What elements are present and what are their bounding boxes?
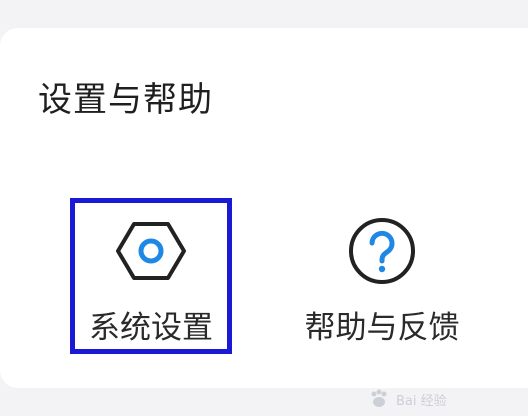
- system-settings-button[interactable]: 系统设置: [70, 198, 232, 354]
- watermark-text: Bai 经验: [396, 393, 447, 409]
- watermark-logo: Bai 经验: [368, 384, 518, 414]
- question-circle-icon: [349, 218, 415, 284]
- section-title: 设置与帮助: [38, 80, 213, 120]
- help-feedback-label: 帮助与反馈: [304, 310, 460, 346]
- system-settings-label: 系统设置: [89, 310, 213, 346]
- paw-icon: [371, 389, 387, 407]
- hex-nut-settings-icon: [116, 222, 186, 280]
- settings-help-card: 设置与帮助 系统设置 帮助与反馈: [0, 28, 528, 388]
- help-feedback-button[interactable]: 帮助与反馈: [292, 198, 472, 354]
